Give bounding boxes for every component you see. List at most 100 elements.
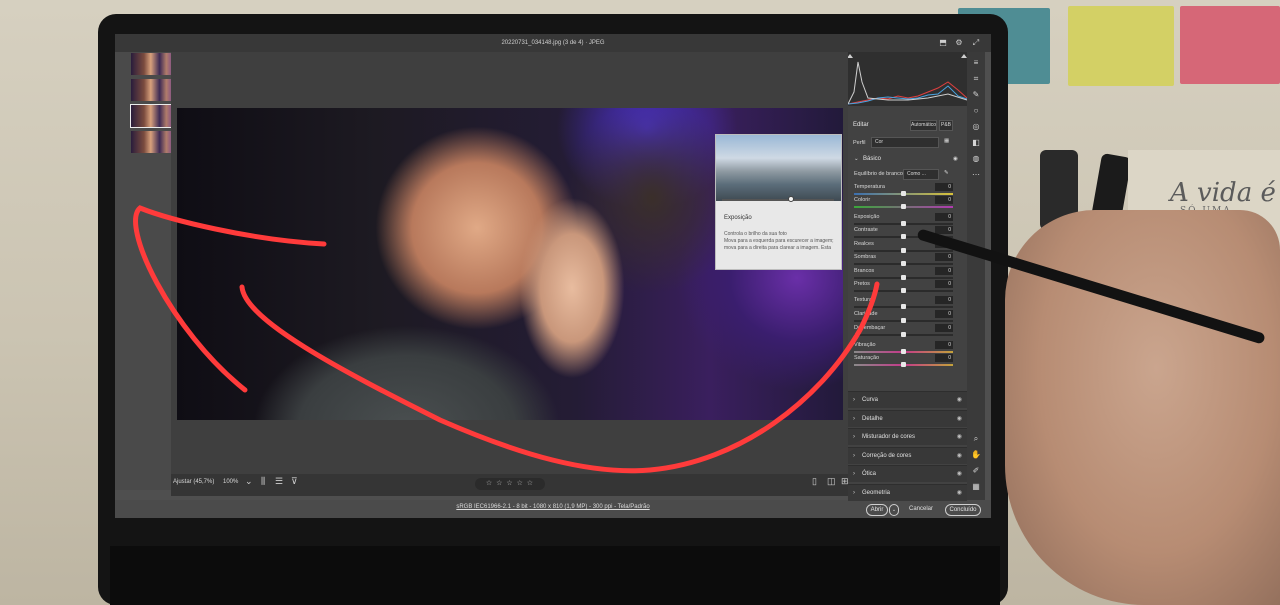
circle-icon[interactable]: ○ [969,104,983,118]
panel-section[interactable]: › Misturador de cores ◉ [848,428,967,445]
chevron-down-icon[interactable]: ⌄ [854,156,859,162]
slider-value-input[interactable]: 0 [935,324,953,332]
zoom-fit-button[interactable]: Ajustar (45,7%) [173,479,214,485]
save-icon[interactable]: ⬒ [937,37,949,49]
slider-knob[interactable] [901,275,906,280]
slider-label: Realces [854,241,874,247]
slider-knob[interactable] [901,234,906,239]
slider-track[interactable] [854,248,953,253]
hand-icon[interactable]: ✋ [969,448,983,462]
layers-icon[interactable]: ◧ [969,136,983,150]
cancel-button[interactable]: Cancelar [909,506,933,512]
slider-knob[interactable] [901,304,906,309]
slider-value-input[interactable]: 0 [935,280,953,288]
slider-knob[interactable] [901,248,906,253]
slider-track[interactable] [854,349,953,354]
slider-track[interactable] [854,204,953,209]
white-balance-select[interactable]: Como ... [903,169,939,180]
before-after-icon[interactable]: ◫ [827,476,836,487]
eyedropper-icon[interactable]: ✎ [944,170,949,176]
open-options-button[interactable]: ⌄ [889,504,899,516]
gear-icon[interactable]: ⚙ [953,37,965,49]
done-button[interactable]: Concluído [945,504,981,516]
chevron-right-icon[interactable]: › [853,411,855,428]
histogram-graph [847,54,968,105]
slider-value-input[interactable]: 0 [935,213,953,221]
slider-knob[interactable] [901,288,906,293]
slider-knob[interactable] [901,221,906,226]
profile-select[interactable]: Cor [871,137,939,148]
slider-track[interactable] [854,332,953,337]
profile-browser-icon[interactable]: ▦ [944,138,949,144]
panel-section[interactable]: › Geometria ◉ [848,483,967,502]
section-label: Detalhe [862,415,883,422]
slider-track[interactable] [854,288,953,293]
slider-value-input[interactable]: 0 [935,253,953,261]
zoom-icon[interactable]: ⌕ [969,432,983,446]
brush-icon[interactable]: ✎ [969,88,983,102]
slider-label: Vibração [854,342,876,348]
chevron-right-icon[interactable]: › [853,448,855,465]
slider-track[interactable] [854,304,953,309]
fullscreen-icon[interactable]: ⤢ [970,37,982,49]
basic-section-title[interactable]: Básico [863,156,881,162]
slider-track[interactable] [854,191,953,196]
redeye-icon[interactable]: ◎ [969,120,983,134]
eye-icon[interactable]: ◉ [957,392,962,409]
slider-label: Brancos [854,268,875,274]
more-icon[interactable]: ⋯ [969,168,983,182]
slider-track[interactable] [854,362,953,367]
crop-icon[interactable]: ⌗ [969,72,983,86]
eye-icon[interactable]: ◉ [957,411,962,428]
chevron-down-icon[interactable]: ⌄ [245,476,253,487]
chevron-right-icon[interactable]: › [853,466,855,483]
slider-value-input[interactable]: 0 [935,196,953,204]
file-info-link[interactable]: sRGB IEC61966-2.1 - 8 bit - 1080 x 810 (… [115,504,991,510]
eye-icon[interactable]: ◉ [957,448,962,465]
sampler-icon[interactable]: ✐ [969,464,983,478]
slider-value-input[interactable]: 0 [935,296,953,304]
edit-icon[interactable]: ≡ [969,56,983,70]
sticky-note-pink [1180,6,1280,84]
panel-section[interactable]: › Correção de cores ◉ [848,446,967,465]
panel-section[interactable]: › Detalhe ◉ [848,409,967,428]
presets-icon[interactable]: ◍ [969,152,983,166]
slider-knob[interactable] [901,349,906,354]
chevron-right-icon[interactable]: › [853,392,855,409]
eye-icon[interactable]: ◉ [957,429,962,446]
slider-knob[interactable] [901,191,906,196]
panel-section[interactable]: › Ótica ◉ [848,465,967,482]
slider-value-input[interactable]: 0 [935,341,953,349]
filmstrip-toggle-icon[interactable]: ▯ [812,476,817,487]
open-button[interactable]: Abrir [866,504,888,516]
slider-knob[interactable] [901,261,906,266]
slider-knob[interactable] [901,332,906,337]
zoom-100-button[interactable]: 100% [223,479,238,485]
eye-icon[interactable]: ◉ [953,156,958,162]
grid-icon[interactable]: ▦ [969,480,983,494]
slider-track[interactable] [854,275,953,280]
star-rating[interactable]: ☆ ☆ ☆ ☆ ☆ [475,478,545,490]
slider-value-input[interactable]: 0 [935,183,953,191]
slider-knob[interactable] [901,362,906,367]
slider-value-input[interactable]: 0 [935,354,953,362]
panel-section[interactable]: › Curva ◉ [848,391,967,408]
slider-value-input[interactable]: 0 [935,267,953,275]
auto-button[interactable]: Automático [910,120,937,131]
slider-knob[interactable] [901,204,906,209]
slider-label: Contraste [854,227,878,233]
section-label: Misturador de cores [862,434,916,440]
chevron-right-icon[interactable]: › [853,485,855,502]
eye-icon[interactable]: ◉ [957,485,962,502]
eye-icon[interactable]: ◉ [957,466,962,483]
bw-button[interactable]: P&B [939,120,953,131]
compare-icon[interactable]: ⫼ [261,476,265,487]
slider-track[interactable] [854,318,953,323]
filter-icon[interactable]: ⊽ [291,476,298,487]
slider-track[interactable] [854,261,953,266]
chevron-right-icon[interactable]: › [853,429,855,446]
slider-track[interactable] [854,221,953,226]
slider-knob[interactable] [901,318,906,323]
slider-value-input[interactable]: 0 [935,310,953,318]
sort-icon[interactable]: ☰ [275,476,283,487]
